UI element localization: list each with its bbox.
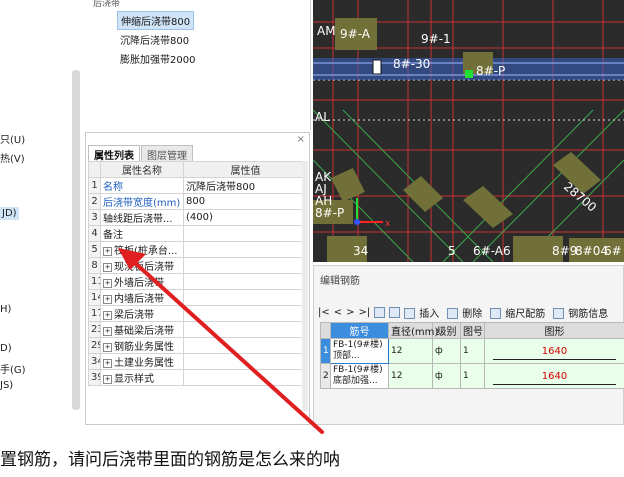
red-arrow-annotation bbox=[118, 248, 324, 434]
question-text: 置钢筋，请问后浇带里面的钢筋是怎么来的呐 bbox=[0, 450, 340, 470]
